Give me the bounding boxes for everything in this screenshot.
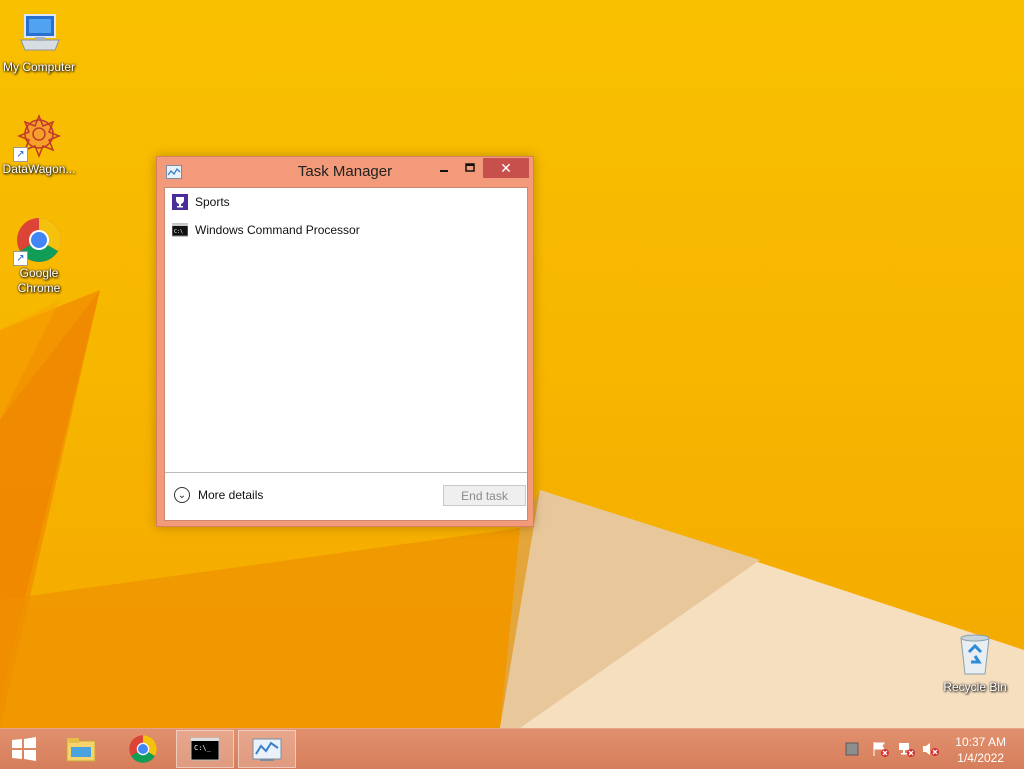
recycle-bin-icon — [951, 630, 999, 678]
desktop-icon-label: Google Chrome — [17, 266, 61, 295]
desktop-icon-datawagon[interactable]: ↗ DataWagon... — [0, 112, 78, 177]
svg-text:C:\_: C:\_ — [194, 744, 212, 752]
process-item-sports[interactable]: Sports — [172, 192, 230, 212]
more-details-label: More details — [198, 488, 264, 502]
desktop-icon-label: My Computer — [2, 60, 76, 74]
end-task-button[interactable]: End task — [443, 485, 526, 506]
taskbar-chrome[interactable] — [114, 730, 172, 768]
sports-trophy-icon — [172, 194, 188, 210]
footer-divider — [165, 472, 527, 473]
process-name: Windows Command Processor — [195, 223, 360, 237]
system-clock[interactable]: 10:37 AM 1/4/2022 — [955, 734, 1006, 766]
action-center-flag-icon[interactable] — [872, 741, 889, 757]
more-details-link[interactable]: ⌄ More details — [174, 487, 263, 503]
cmd-icon: C:\_ — [190, 737, 220, 761]
task-manager-icon — [252, 738, 282, 761]
start-icon — [12, 737, 36, 761]
close-icon: ✕ — [500, 159, 512, 176]
desktop-icon-google-chrome[interactable]: ↗ Google Chrome — [0, 216, 78, 296]
taskbar-file-explorer[interactable] — [52, 730, 110, 768]
taskbar: C:\_ 10:37 AM 1/4/2022 — [0, 728, 1024, 769]
shortcut-arrow-icon: ↗ — [13, 251, 28, 266]
datawagon-icon: ↗ — [13, 112, 63, 162]
close-button[interactable]: ✕ — [483, 158, 529, 178]
desktop-icon-recycle-bin[interactable]: Recycle Bin — [936, 630, 1014, 695]
taskbar-task-manager[interactable] — [238, 730, 296, 768]
taskbar-cmd[interactable]: C:\_ — [176, 730, 234, 768]
process-name: Sports — [195, 195, 230, 209]
maximize-button[interactable] — [457, 158, 483, 178]
cmd-icon: C:\ — [171, 222, 189, 238]
shortcut-arrow-icon: ↗ — [13, 147, 28, 162]
minimize-button[interactable] — [431, 158, 457, 178]
process-list: Sports C:\ Windows Command Processor — [165, 188, 527, 472]
start-button[interactable] — [0, 730, 48, 768]
minimize-icon — [440, 170, 448, 172]
desktop: My Computer ↗ DataWagon... ↗ Google Chro… — [0, 0, 1024, 728]
file-explorer-icon — [66, 738, 96, 762]
process-item-cmd[interactable]: C:\ Windows Command Processor — [171, 220, 360, 240]
maximize-icon — [465, 163, 475, 172]
clock-date: 1/4/2022 — [957, 751, 1004, 765]
chrome-icon: ↗ — [13, 216, 63, 266]
desktop-icon-my-computer[interactable]: My Computer — [0, 10, 78, 75]
chevron-down-icon: ⌄ — [174, 487, 190, 503]
desktop-icon-label: DataWagon... — [2, 162, 76, 176]
computer-icon — [15, 10, 63, 58]
network-icon[interactable] — [898, 741, 915, 757]
clock-time: 10:37 AM — [955, 735, 1006, 749]
desktop-icon-label: Recycle Bin — [943, 680, 1007, 694]
volume-muted-icon[interactable] — [922, 741, 939, 757]
task-manager-content: Sports C:\ Windows Command Processor ⌄ M… — [164, 187, 528, 521]
title-bar[interactable]: Task Manager ✕ — [157, 157, 533, 187]
show-hidden-icons-icon[interactable] — [844, 741, 860, 757]
chrome-icon — [129, 735, 157, 763]
svg-text:C:\: C:\ — [174, 229, 183, 235]
task-manager-window[interactable]: Task Manager ✕ Sports C:\ Windows Comman… — [156, 156, 534, 527]
